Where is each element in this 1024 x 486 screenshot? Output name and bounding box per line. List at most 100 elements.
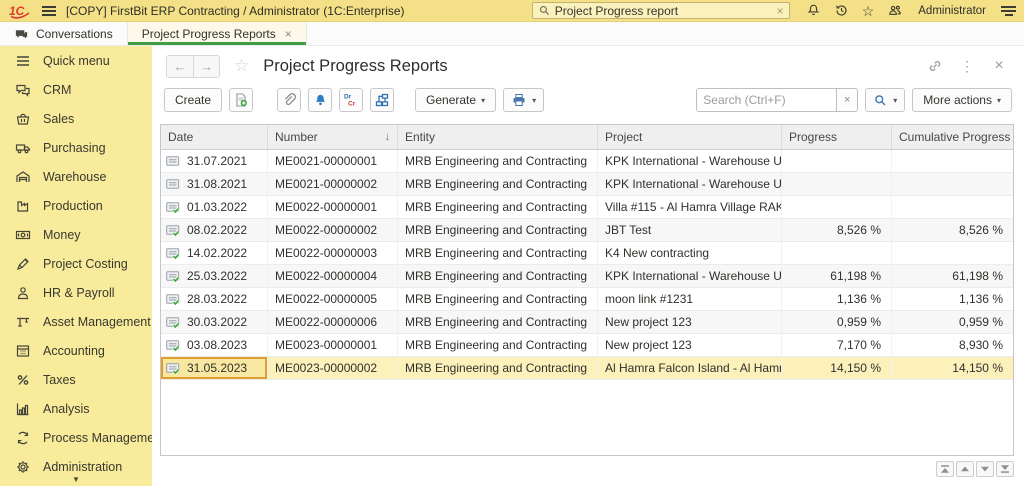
favorites-star-icon[interactable]: ☆ [862,4,875,18]
back-button[interactable]: ← [167,55,193,77]
next-row-button[interactable] [976,461,994,477]
table-row[interactable]: 31.08.2021 ME0021-00000002 MRB Engineering… [161,173,1013,196]
cell-entity[interactable]: MRB Engineering and Contracting [398,265,598,288]
cell-project[interactable]: moon link #1231 [598,288,782,311]
cell-project[interactable]: KPK International - Warehouse U… [598,173,782,196]
cell-cumulative-progress[interactable]: 8,526 % [892,219,1013,242]
cell-entity[interactable]: MRB Engineering and Contracting [398,334,598,357]
reminder-button[interactable] [308,88,333,112]
table-row[interactable]: 01.03.2022 ME0022-00000001 MRB Engineering… [161,196,1013,219]
cell-project[interactable]: K4 New contracting [598,242,782,265]
sidebar-item-production[interactable]: Production [0,191,152,220]
sidebar-item-sales[interactable]: Sales [0,104,152,133]
cell-entity[interactable]: MRB Engineering and Contracting [398,357,598,380]
more-menu-icon[interactable]: ⋮ [956,55,978,77]
cell-progress[interactable]: 61,198 % [782,265,892,288]
get-link-icon[interactable] [924,55,946,77]
cell-date[interactable]: 03.08.2023 [161,334,268,357]
table-row[interactable]: 31.07.2021 ME0021-00000001 MRB Engineering… [161,150,1013,173]
copy-new-document-button[interactable] [229,88,254,112]
sidebar-item-hr-payroll[interactable]: HR & Payroll [0,278,152,307]
sidebar-item-asset-management[interactable]: Asset Management [0,307,152,336]
cell-progress[interactable]: 8,526 % [782,219,892,242]
cell-progress[interactable]: 1,136 % [782,288,892,311]
table-row[interactable]: 25.03.2022 ME0022-00000004 MRB Engineering… [161,265,1013,288]
sidebar-item-project-costing[interactable]: Project Costing [0,249,152,278]
cell-cumulative-progress[interactable] [892,173,1013,196]
cell-cumulative-progress[interactable]: 8,930 % [892,334,1013,357]
close-tab-icon[interactable]: × [285,27,292,41]
cell-date[interactable]: 31.08.2021 [161,173,268,196]
sidebar-item-quick-menu[interactable]: Quick menu [0,46,152,75]
cell-project[interactable]: KPK International - Warehouse U… [598,150,782,173]
hamburger-menu-icon[interactable] [42,5,56,16]
cell-number[interactable]: ME0023-00000001 [268,334,398,357]
main-menu-icon[interactable] [1001,6,1016,16]
cell-progress[interactable] [782,150,892,173]
cell-project[interactable]: KPK International - Warehouse U… [598,265,782,288]
cell-cumulative-progress[interactable]: 14,150 % [892,357,1013,380]
cell-entity[interactable]: MRB Engineering and Contracting [398,311,598,334]
sidebar-item-taxes[interactable]: Taxes [0,365,152,394]
go-to-last-button[interactable] [996,461,1014,477]
cell-date[interactable]: 14.02.2022 [161,242,268,265]
dr-cr-posting-button[interactable] [339,88,364,112]
column-header-project[interactable]: Project [598,125,782,149]
cell-date[interactable]: 31.05.2023 [161,357,268,380]
table-row[interactable]: 31.05.2023 ME0023-00000002 MRB Engineering… [161,357,1013,380]
cell-date[interactable]: 28.03.2022 [161,288,268,311]
clear-list-search-icon[interactable]: × [836,88,859,112]
current-user-label[interactable]: Administrator [918,5,986,17]
sidebar-item-process-management[interactable]: Process Management [0,423,152,452]
more-actions-button[interactable]: More actions ▾ [912,88,1012,112]
cell-number[interactable]: ME0021-00000002 [268,173,398,196]
previous-row-button[interactable] [956,461,974,477]
column-header-date[interactable]: Date [161,125,268,149]
cell-number[interactable]: ME0022-00000004 [268,265,398,288]
cell-progress[interactable] [782,173,892,196]
table-row[interactable]: 08.02.2022 ME0022-00000002 MRB Engineering… [161,219,1013,242]
cell-project[interactable]: New project 123 [598,311,782,334]
tab-project-progress-reports[interactable]: Project Progress Reports × [126,22,307,45]
cell-project[interactable]: Villa #115 - Al Hamra Village RAK [598,196,782,219]
sidebar-item-money[interactable]: Money [0,220,152,249]
sidebar-item-crm[interactable]: CRM [0,75,152,104]
cell-date[interactable]: 25.03.2022 [161,265,268,288]
cell-date[interactable]: 08.02.2022 [161,219,268,242]
tab-conversations[interactable]: Conversations [0,22,127,45]
sidebar-item-purchasing[interactable]: Purchasing [0,133,152,162]
cell-number[interactable]: ME0023-00000002 [268,357,398,380]
column-header-number[interactable]: Number ↓ [268,125,398,149]
cell-number[interactable]: ME0021-00000001 [268,150,398,173]
cell-entity[interactable]: MRB Engineering and Contracting [398,219,598,242]
table-row[interactable]: 28.03.2022 ME0022-00000005 MRB Engineering… [161,288,1013,311]
create-button[interactable]: Create [164,88,223,112]
generate-button[interactable]: Generate ▾ [415,88,497,112]
users-icon[interactable] [887,3,903,18]
cell-cumulative-progress[interactable] [892,196,1013,219]
history-icon[interactable] [834,3,849,18]
cell-entity[interactable]: MRB Engineering and Contracting [398,150,598,173]
sidebar-item-warehouse[interactable]: Warehouse [0,162,152,191]
cell-progress[interactable]: 0,959 % [782,311,892,334]
cell-project[interactable]: New project 123 [598,334,782,357]
structure-button[interactable] [370,88,395,112]
notifications-bell-icon[interactable] [806,3,821,18]
sidebar-scroll-more-icon[interactable]: ▼ [0,475,152,485]
cell-cumulative-progress[interactable]: 0,959 % [892,311,1013,334]
cell-number[interactable]: ME0022-00000006 [268,311,398,334]
cell-entity[interactable]: MRB Engineering and Contracting [398,242,598,265]
cell-number[interactable]: ME0022-00000005 [268,288,398,311]
global-search-input[interactable]: Project Progress report × [531,2,790,19]
cell-cumulative-progress[interactable] [892,242,1013,265]
column-header-entity[interactable]: Entity [398,125,598,149]
sidebar-item-analysis[interactable]: Analysis [0,394,152,423]
clear-search-icon[interactable]: × [777,5,784,17]
cell-entity[interactable]: MRB Engineering and Contracting [398,288,598,311]
cell-number[interactable]: ME0022-00000002 [268,219,398,242]
cell-cumulative-progress[interactable] [892,150,1013,173]
cell-date[interactable]: 01.03.2022 [161,196,268,219]
go-to-first-button[interactable] [936,461,954,477]
cell-number[interactable]: ME0022-00000001 [268,196,398,219]
close-form-icon[interactable]: × [988,55,1010,77]
